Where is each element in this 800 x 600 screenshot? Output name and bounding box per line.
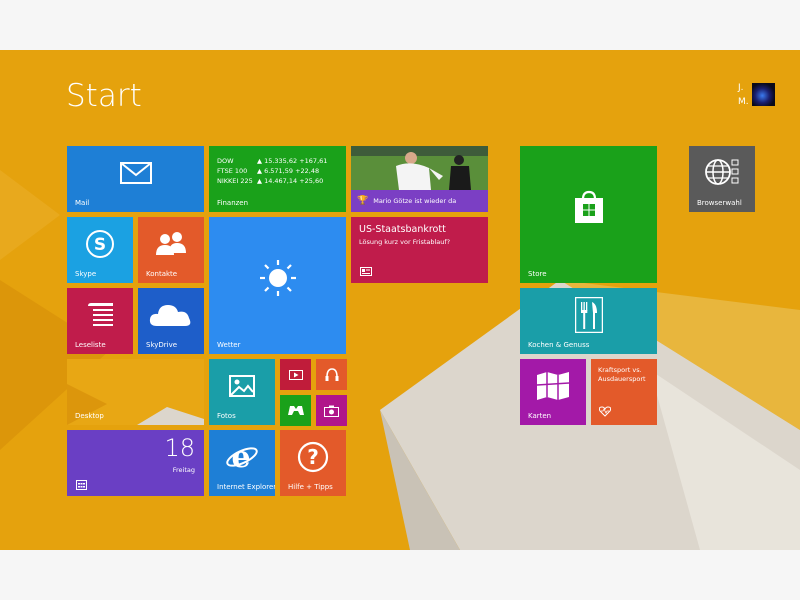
tile-health[interactable]: Kraftsport vs. Ausdauersport bbox=[591, 359, 657, 425]
tile-label: Fotos bbox=[217, 412, 236, 420]
tile-label: Karten bbox=[528, 412, 552, 420]
tile-internet-explorer[interactable]: e Internet Explorer bbox=[209, 430, 275, 496]
finance-value-dow: ▲ 15.335,62 +167,61 bbox=[257, 157, 328, 165]
picture-icon bbox=[209, 359, 275, 419]
finance-value-ftse: ▲ 6.571,59 +22,48 bbox=[257, 167, 320, 175]
tile-food[interactable]: Kochen & Genuss bbox=[520, 288, 657, 354]
tile-finance[interactable]: DOW ▲ 15.335,62 +167,61 FTSE 100 ▲ 6.571… bbox=[209, 146, 346, 212]
globe-checklist-icon bbox=[689, 146, 755, 205]
news-headline: US-Staatsbankrott bbox=[359, 224, 446, 235]
tile-sports-news[interactable]: 🏆 Mario Götze ist wieder da bbox=[351, 146, 488, 212]
page-title: Start bbox=[66, 78, 142, 114]
tile-news[interactable]: US-Staatsbankrott Lösung kurz vor Frista… bbox=[351, 217, 488, 283]
finance-index-ftse: FTSE 100 bbox=[217, 167, 248, 175]
sports-news-caption: Mario Götze ist wieder da bbox=[373, 197, 457, 205]
finance-index-dow: DOW bbox=[217, 157, 234, 165]
tile-label: Wetter bbox=[217, 341, 241, 349]
tile-label: Store bbox=[528, 270, 547, 278]
reading-list-icon bbox=[67, 288, 133, 348]
svg-text:S: S bbox=[94, 235, 106, 255]
controller-icon bbox=[280, 395, 311, 426]
tile-label: Mail bbox=[75, 199, 90, 207]
tile-browser-choice[interactable]: Browserwahl bbox=[689, 146, 755, 212]
tile-desktop[interactable]: Desktop bbox=[67, 359, 204, 425]
tile-label: Internet Explorer bbox=[217, 483, 275, 491]
tile-photos[interactable]: Fotos bbox=[209, 359, 275, 425]
people-icon bbox=[138, 217, 204, 277]
svg-text:?: ? bbox=[307, 445, 319, 469]
tile-games[interactable] bbox=[280, 395, 311, 426]
tile-store[interactable]: Store bbox=[520, 146, 657, 283]
camera-icon bbox=[316, 395, 347, 426]
sports-photo bbox=[351, 146, 488, 190]
tile-label: Leseliste bbox=[75, 341, 106, 349]
tile-label: Browserwahl bbox=[697, 199, 742, 207]
cloud-icon bbox=[138, 288, 204, 348]
video-icon bbox=[280, 359, 311, 390]
mail-icon bbox=[67, 146, 204, 206]
map-icon bbox=[520, 359, 586, 419]
tile-mail[interactable]: Mail bbox=[67, 146, 204, 212]
fork-knife-icon bbox=[520, 288, 657, 348]
tile-camera[interactable] bbox=[316, 395, 347, 426]
tile-label: Finanzen bbox=[217, 199, 249, 207]
start-screen: Start J. M. Mail DOW ▲ 15.335,62 +167,61… bbox=[0, 50, 800, 550]
trophy-icon: 🏆 bbox=[357, 196, 369, 206]
question-mark-icon: ? bbox=[280, 430, 346, 490]
tile-weather[interactable]: Wetter bbox=[209, 217, 346, 354]
tile-maps[interactable]: Karten bbox=[520, 359, 586, 425]
heart-pulse-icon bbox=[599, 406, 611, 417]
tile-music[interactable] bbox=[316, 359, 347, 390]
tile-label: Skype bbox=[75, 270, 97, 278]
health-headline: Kraftsport vs. Ausdauersport bbox=[598, 366, 646, 383]
user-last-name[interactable]: M. bbox=[738, 97, 749, 107]
tile-help[interactable]: ? Hilfe + Tipps bbox=[280, 430, 346, 496]
tile-skydrive[interactable]: SkyDrive bbox=[138, 288, 204, 354]
avatar[interactable] bbox=[752, 83, 775, 106]
tile-label: Hilfe + Tipps bbox=[288, 483, 333, 491]
calendar-weekday: Freitag bbox=[172, 466, 195, 474]
newspaper-icon bbox=[360, 267, 372, 276]
tile-label: Kontakte bbox=[146, 270, 178, 278]
tile-contacts[interactable]: Kontakte bbox=[138, 217, 204, 283]
store-bag-icon bbox=[520, 146, 657, 275]
skype-icon: S bbox=[67, 217, 133, 277]
tile-calendar[interactable]: 18 Freitag bbox=[67, 430, 204, 496]
tile-skype[interactable]: S Skype bbox=[67, 217, 133, 283]
internet-explorer-icon: e bbox=[209, 430, 275, 490]
tile-label: Kochen & Genuss bbox=[528, 341, 590, 349]
sports-news-caption-bar: 🏆 Mario Götze ist wieder da bbox=[351, 190, 488, 212]
calendar-icon bbox=[76, 480, 87, 490]
finance-value-nikkei: ▲ 14.467,14 +25,60 bbox=[257, 177, 324, 185]
news-subheadline: Lösung kurz vor Fristablauf? bbox=[359, 238, 451, 246]
user-first-name[interactable]: J. bbox=[738, 83, 744, 93]
sun-icon bbox=[209, 217, 346, 346]
tile-label: Desktop bbox=[75, 412, 104, 420]
tile-video[interactable] bbox=[280, 359, 311, 390]
tile-label: SkyDrive bbox=[146, 341, 178, 349]
calendar-day: 18 bbox=[164, 434, 195, 462]
svg-text:e: e bbox=[231, 441, 250, 473]
tile-reading-list[interactable]: Leseliste bbox=[67, 288, 133, 354]
headphones-icon bbox=[316, 359, 347, 390]
finance-index-nikkei: NIKKEI 225 bbox=[217, 177, 253, 185]
